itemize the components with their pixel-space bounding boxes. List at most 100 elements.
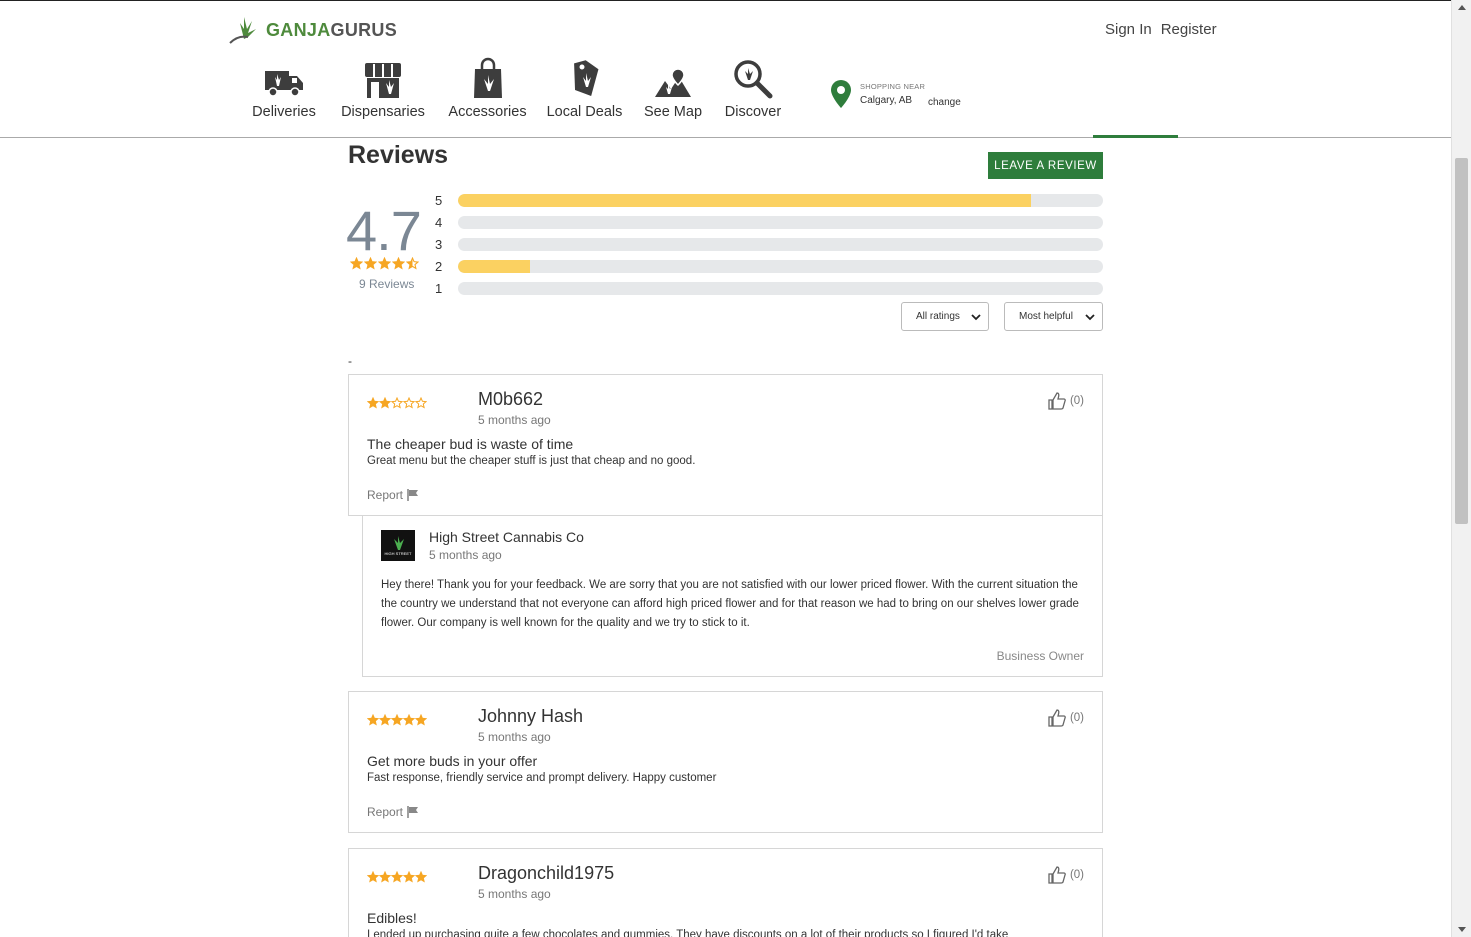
business-avatar[interactable]: HIGH STREET xyxy=(381,530,415,561)
nav-discover[interactable]: Discover xyxy=(713,55,793,120)
storefront-icon xyxy=(365,63,401,98)
rating-label: 4 xyxy=(435,214,443,230)
rating-bar-track xyxy=(458,237,1103,251)
page-scrollbar[interactable] xyxy=(1451,0,1471,937)
star-icon xyxy=(391,397,403,409)
rating-row-4[interactable]: 4 xyxy=(435,211,1103,233)
thumbs-up-icon xyxy=(1048,709,1066,727)
flag-icon xyxy=(407,489,419,501)
reply-time: 5 months ago xyxy=(429,548,502,562)
cannabis-leaf-icon xyxy=(394,535,404,550)
rating-distribution: 5 4 3 2 1 xyxy=(435,189,1103,299)
review-body: Fast response, friendly service and prom… xyxy=(367,772,717,784)
rating-row-2[interactable]: 2 xyxy=(435,255,1103,277)
star-icon xyxy=(364,257,377,270)
site-logo[interactable]: GANJAGURUS xyxy=(226,15,397,45)
nav-dispensaries[interactable]: Dispensaries xyxy=(327,55,439,120)
price-tag-icon xyxy=(573,60,598,97)
report-label: Report xyxy=(367,805,404,819)
business-name[interactable]: High Street Cannabis Co xyxy=(429,529,584,545)
review-title: Edibles! xyxy=(367,910,417,926)
review-card: M0b662 5 months ago (0) The cheaper bud … xyxy=(348,374,1103,516)
helpful-count: (0) xyxy=(1069,869,1084,881)
star-icon xyxy=(379,871,391,883)
star-icon xyxy=(415,871,427,883)
rating-row-5[interactable]: 5 xyxy=(435,189,1103,211)
rating-row-3[interactable]: 3 xyxy=(435,233,1103,255)
report-link[interactable]: Report xyxy=(367,805,419,819)
review-title: The cheaper bud is waste of time xyxy=(367,436,574,452)
star-icon xyxy=(406,257,419,270)
rating-bar-track xyxy=(458,193,1103,207)
scroll-down-arrow-icon[interactable] xyxy=(1458,927,1466,932)
register-link[interactable]: Register xyxy=(1161,21,1217,38)
review-author[interactable]: M0b662 xyxy=(478,389,543,410)
star-icon xyxy=(367,871,379,883)
location-city: Calgary, AB xyxy=(860,95,913,106)
rating-label: 2 xyxy=(435,258,443,274)
separator-dash: - xyxy=(348,354,352,368)
star-icon xyxy=(415,714,427,726)
owner-reply: HIGH STREET High Street Cannabis Co 5 mo… xyxy=(362,516,1103,677)
star-icon xyxy=(403,397,415,409)
nav-see-map[interactable]: See Map xyxy=(633,55,713,120)
nav-local-deals[interactable]: Local Deals xyxy=(536,55,633,120)
nav-accessories[interactable]: Accessories xyxy=(439,55,536,120)
nav-label: Accessories xyxy=(448,104,527,120)
scroll-up-arrow-icon[interactable] xyxy=(1458,5,1466,10)
star-icon xyxy=(367,397,379,409)
star-icon xyxy=(378,257,391,270)
sort-select[interactable]: Most helpful xyxy=(1004,302,1103,331)
rating-filter-value: All ratings xyxy=(916,311,960,322)
review-card: Dragonchild1975 5 months ago (0) Edibles… xyxy=(348,848,1103,937)
review-card: Johnny Hash 5 months ago (0) Get more bu… xyxy=(348,691,1103,833)
leave-review-button[interactable]: LEAVE A REVIEW xyxy=(988,152,1103,179)
star-icon xyxy=(403,714,415,726)
magnifier-icon xyxy=(734,60,773,99)
nav-label: Discover xyxy=(724,104,782,120)
rating-bar-track xyxy=(458,281,1103,295)
helpful-button[interactable]: (0) xyxy=(1048,866,1084,884)
star-icon xyxy=(391,871,403,883)
star-icon xyxy=(350,257,363,270)
cannabis-leaf-icon xyxy=(229,17,256,44)
report-link[interactable]: Report xyxy=(367,488,419,502)
rating-label: 1 xyxy=(435,280,443,296)
scrollbar-thumb[interactable] xyxy=(1455,158,1468,524)
review-time: 5 months ago xyxy=(478,887,551,901)
helpful-button[interactable]: (0) xyxy=(1048,392,1084,410)
change-location-link[interactable]: change xyxy=(928,97,961,108)
nav-deliveries[interactable]: Deliveries xyxy=(243,55,325,120)
helpful-button[interactable]: (0) xyxy=(1048,709,1084,727)
site-header: GANJAGURUS Sign In Register Deliveries D… xyxy=(0,1,1451,138)
nav-label: See Map xyxy=(643,104,703,120)
chevron-down-icon xyxy=(1085,314,1095,321)
flag-icon xyxy=(407,806,419,818)
rating-row-1[interactable]: 1 xyxy=(435,277,1103,299)
review-author[interactable]: Dragonchild1975 xyxy=(478,863,614,884)
review-stars xyxy=(367,714,427,726)
nav-label: Deliveries xyxy=(252,104,316,120)
review-count: 9 Reviews xyxy=(359,277,415,291)
rating-filter-select[interactable]: All ratings xyxy=(901,302,989,331)
nav-label: Dispensaries xyxy=(341,104,425,120)
rating-bar-track xyxy=(458,259,1103,273)
business-owner-label: Business Owner xyxy=(996,649,1084,663)
review-body: Great menu but the cheaper stuff is just… xyxy=(367,455,696,467)
map-icon xyxy=(655,68,691,97)
star-icon xyxy=(403,871,415,883)
active-tab-indicator xyxy=(1093,135,1178,138)
shopping-bag-icon xyxy=(473,57,502,98)
reply-text: Hey there! Thank you for your feedback. … xyxy=(381,579,1079,629)
average-stars xyxy=(350,257,419,270)
helpful-count: (0) xyxy=(1069,395,1084,407)
rating-label: 3 xyxy=(435,236,443,252)
sign-in-link[interactable]: Sign In xyxy=(1105,21,1152,38)
thumbs-up-icon xyxy=(1048,392,1066,410)
review-body: I ended up purchasing quite a few chocol… xyxy=(367,929,1009,937)
review-time: 5 months ago xyxy=(478,730,551,744)
review-author[interactable]: Johnny Hash xyxy=(478,706,583,727)
main-nav: Deliveries Dispensaries Accessories Loca… xyxy=(243,55,793,120)
location-selector[interactable]: SHOPPING NEAR Calgary, AB change xyxy=(830,79,961,109)
review-title: Get more buds in your offer xyxy=(367,753,538,769)
